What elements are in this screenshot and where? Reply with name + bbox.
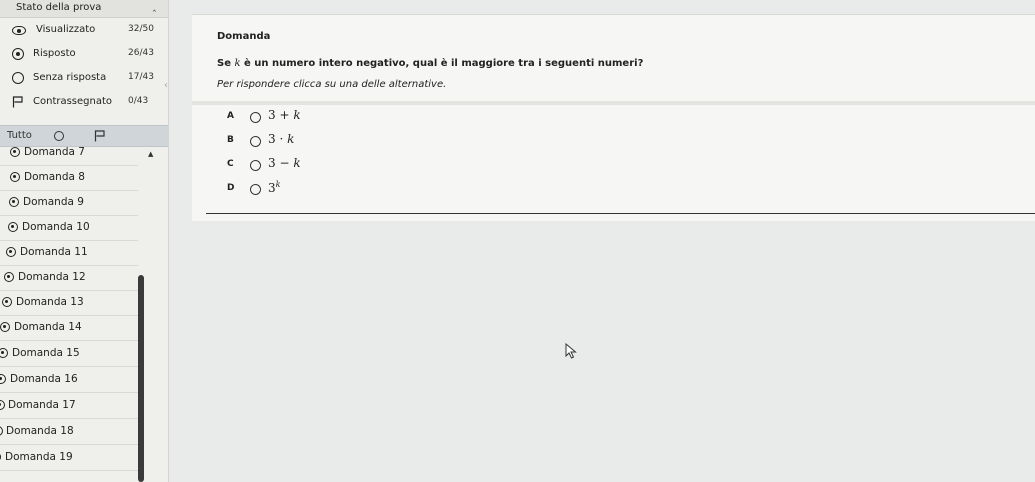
option-expression-var: k (287, 132, 295, 146)
collapse-sidebar-icon[interactable]: ‹ (164, 80, 168, 91)
stat-visualizzato[interactable]: Visualizzato 32/50 (0, 20, 168, 42)
option-expression: 3 + k (268, 108, 301, 122)
option-expression: 3 · k (268, 132, 294, 146)
question-label: Domanda 14 (14, 321, 82, 333)
question-item-9[interactable]: Domanda 9 (0, 190, 138, 216)
stat-value: 32/50 (128, 24, 154, 34)
stat-risposto[interactable]: Risposto 26/43 (0, 44, 168, 66)
sidebar-title: Stato della prova (16, 2, 102, 13)
chevron-up-icon[interactable]: ‸ (153, 1, 156, 12)
option-radio[interactable] (250, 184, 261, 195)
flag-icon (12, 96, 23, 108)
option-d[interactable]: D 3k (192, 178, 1035, 202)
question-item-7[interactable]: Domanda 7 (0, 140, 138, 166)
question-text-after: è un numero intero negativo, qual è il m… (240, 58, 644, 69)
radio-filled-icon (4, 272, 14, 282)
question-text-before: Se (217, 58, 235, 69)
radio-filled-icon (12, 48, 24, 60)
question-item-11[interactable]: Domanda 11 (0, 240, 138, 266)
panel-bottom-border (206, 213, 1035, 214)
option-letter: C (227, 159, 234, 169)
stat-value: 26/43 (128, 48, 154, 58)
option-letter: B (227, 135, 234, 145)
sidebar-header[interactable]: Stato della prova ‸ (0, 0, 168, 18)
question-text: Se k è un numero intero negativo, qual è… (217, 58, 643, 69)
option-expression-var: k (293, 156, 301, 170)
question-item-18[interactable]: Domanda 18 (0, 419, 138, 445)
question-heading: Domanda (217, 31, 271, 42)
question-label: Domanda 8 (24, 171, 85, 183)
option-expression-exponent: k (275, 180, 281, 189)
question-label: Domanda 15 (12, 347, 80, 359)
question-item-12[interactable]: Domanda 12 (0, 265, 138, 291)
radio-filled-icon (0, 400, 5, 410)
radio-filled-icon (0, 348, 8, 358)
question-instruction: Per rispondere clicca su una delle alter… (217, 79, 447, 90)
radio-filled-icon (0, 374, 6, 384)
stat-label: Risposto (33, 48, 76, 59)
question-label: Domanda 17 (8, 399, 76, 411)
stat-contrassegnato[interactable]: Contrassegnato 0/43 (0, 92, 168, 114)
question-label: Domanda 10 (22, 221, 90, 233)
question-label: Domanda 19 (5, 451, 73, 463)
option-expression-base: 3 (268, 181, 276, 195)
stat-label: Visualizzato (36, 24, 96, 35)
question-label: Domanda 18 (6, 425, 74, 437)
radio-empty-icon (12, 72, 24, 84)
eye-icon (12, 26, 26, 35)
question-item-10[interactable]: Domanda 10 (0, 215, 138, 241)
radio-filled-icon (8, 222, 18, 232)
option-a[interactable]: A 3 + k (192, 106, 1035, 130)
question-label: Domanda 12 (18, 271, 86, 283)
sidebar: Stato della prova ‸ Visualizzato 32/50 R… (0, 0, 169, 482)
option-letter: A (227, 111, 234, 121)
mouse-cursor-icon (565, 343, 577, 359)
options-divider (192, 101, 1035, 105)
option-radio[interactable] (250, 160, 261, 171)
question-item-15[interactable]: Domanda 15 (0, 341, 138, 367)
question-label: Domanda 11 (20, 246, 88, 258)
question-label: Domanda 7 (24, 146, 85, 158)
question-item-19[interactable]: Domanda 19 (0, 445, 138, 471)
radio-filled-icon (2, 297, 12, 307)
option-expression-left: 3 · (268, 132, 288, 146)
scroll-up-icon[interactable]: ▲ (148, 150, 153, 158)
question-item-14[interactable]: Domanda 14 (0, 315, 138, 341)
radio-filled-icon (10, 172, 20, 182)
question-item-13[interactable]: Domanda 13 (0, 290, 138, 316)
option-expression-left: 3 + (268, 108, 294, 122)
question-label: Domanda 16 (10, 373, 78, 385)
radio-filled-icon (0, 322, 10, 332)
stat-value: 17/43 (128, 72, 154, 82)
stat-value: 0/43 (128, 96, 149, 106)
stat-senza-risposta[interactable]: Senza risposta 17/43 (0, 68, 168, 90)
question-item-16[interactable]: Domanda 16 (0, 367, 138, 393)
radio-filled-icon (10, 147, 20, 157)
radio-filled-icon (6, 247, 16, 257)
question-panel: Domanda Se k è un numero intero negativo… (192, 14, 1035, 221)
question-item-8[interactable]: Domanda 8 (0, 165, 138, 191)
radio-filled-icon (0, 426, 3, 436)
option-radio[interactable] (250, 112, 261, 123)
question-item-17[interactable]: Domanda 17 (0, 393, 138, 419)
option-b[interactable]: B 3 · k (192, 130, 1035, 154)
question-label: Domanda 9 (23, 196, 84, 208)
stat-label: Senza risposta (33, 72, 107, 83)
radio-filled-icon (9, 197, 19, 207)
option-expression: 3 − k (268, 156, 301, 170)
option-letter: D (227, 183, 235, 193)
question-list-scrollbar[interactable] (138, 275, 144, 482)
option-c[interactable]: C 3 − k (192, 154, 1035, 178)
option-expression-left: 3 − (268, 156, 294, 170)
radio-filled-icon (0, 452, 1, 462)
option-expression-var: k (293, 108, 301, 122)
question-label: Domanda 13 (16, 296, 84, 308)
option-expression: 3k (268, 180, 281, 195)
stat-label: Contrassegnato (33, 96, 113, 107)
option-radio[interactable] (250, 136, 261, 147)
